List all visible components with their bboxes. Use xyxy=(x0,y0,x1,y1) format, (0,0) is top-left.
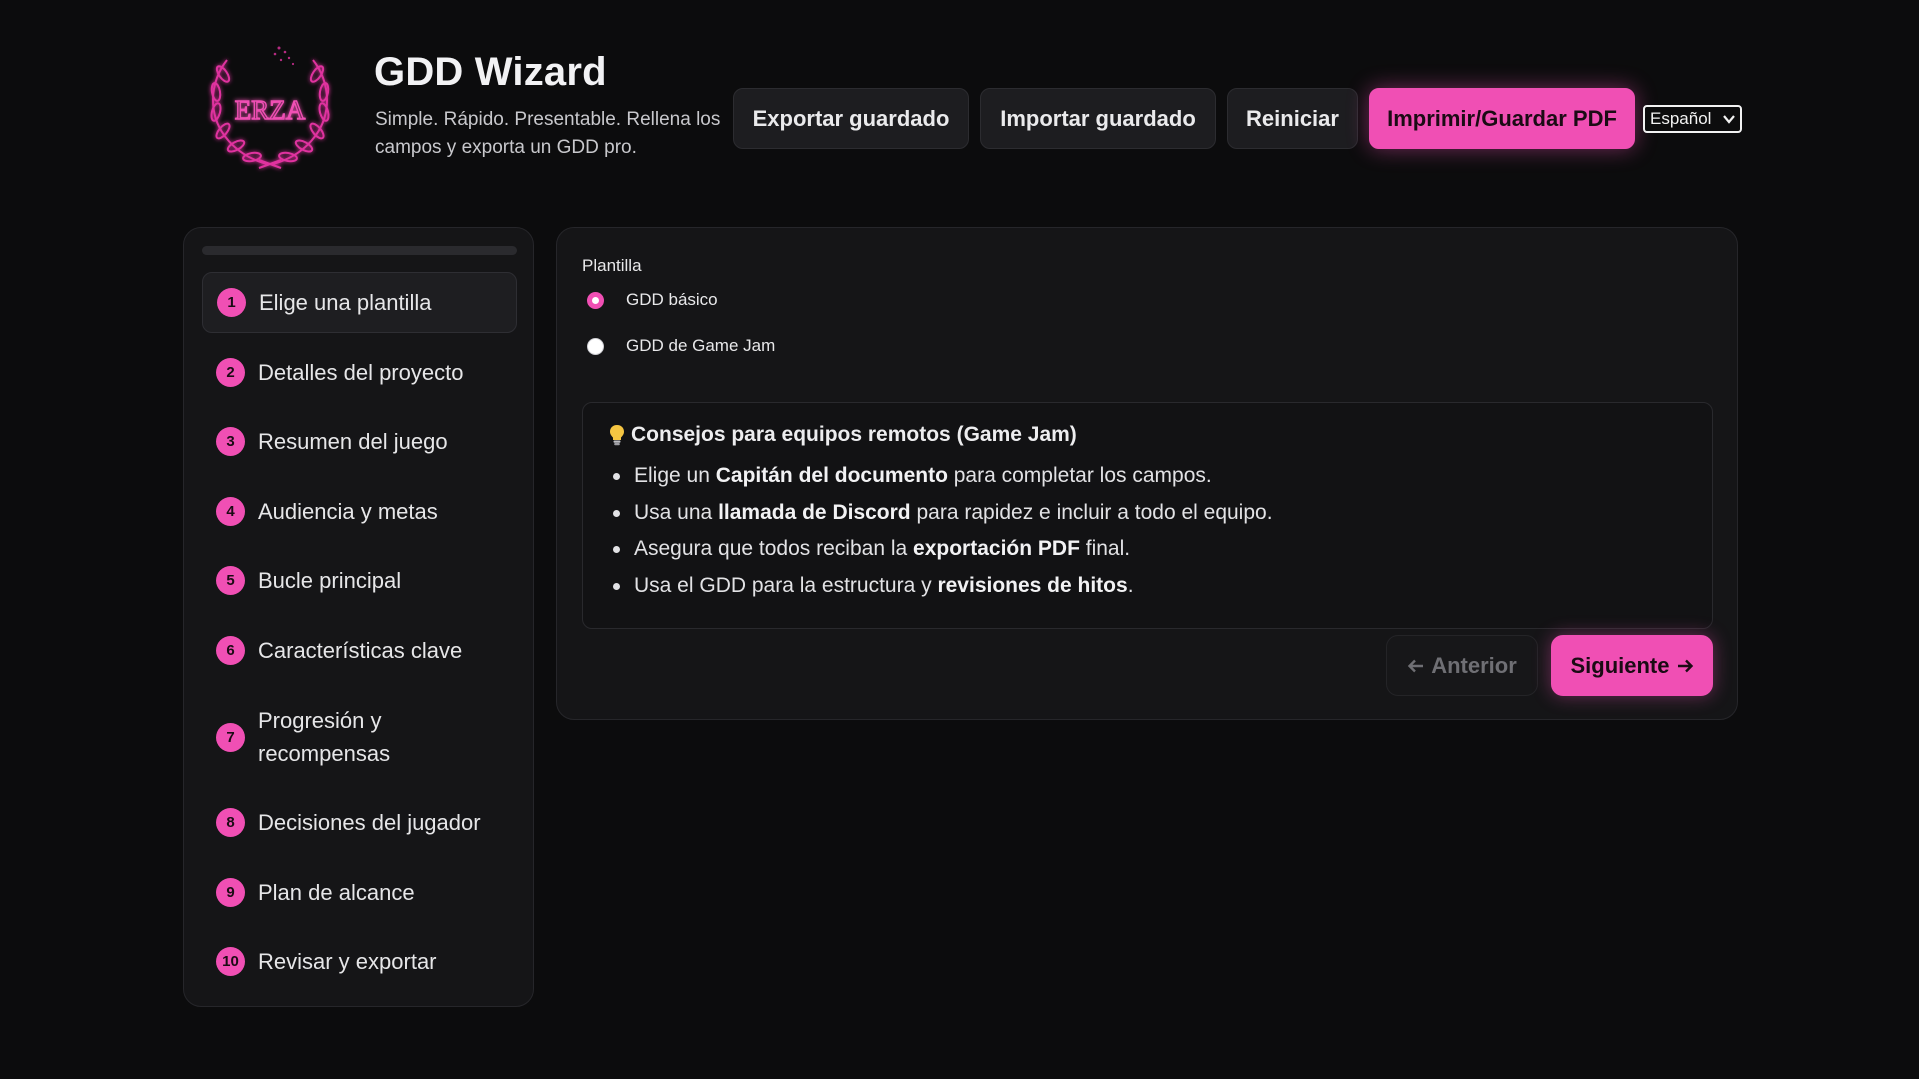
step-number: 7 xyxy=(216,722,245,752)
step-item-progression-rewards[interactable]: 7 Progresión y recompensas xyxy=(202,690,517,784)
step-number: 1 xyxy=(217,288,246,317)
tips-title-text: Consejos para equipos remotos (Game Jam) xyxy=(631,423,1077,446)
step-item-template[interactable]: 1 Elige una plantilla xyxy=(202,272,517,333)
list-item: Usa una llamada de Discord para rapidez … xyxy=(609,495,1273,532)
step-number: 5 xyxy=(216,566,245,595)
remote-team-tips-box: Consejos para equipos remotos (Game Jam)… xyxy=(582,402,1713,629)
step-item-key-features[interactable]: 6 Características clave xyxy=(202,620,517,681)
export-save-button[interactable]: Exportar guardado xyxy=(733,88,969,149)
step-item-player-decisions[interactable]: 8 Decisiones del jugador xyxy=(202,792,517,853)
radio-label: GDD de Game Jam xyxy=(626,336,776,355)
radio-option-game-jam-gdd[interactable]: GDD de Game Jam xyxy=(587,333,775,359)
radio-button[interactable] xyxy=(587,291,604,309)
step-label: Detalles del proyecto xyxy=(258,360,464,385)
step-number: 10 xyxy=(216,947,245,976)
step-number: 8 xyxy=(216,808,245,837)
chevron-down-icon xyxy=(1723,115,1735,124)
step-item-core-loop[interactable]: 5 Bucle principal xyxy=(202,550,517,611)
list-item: Elige un Capitán del documento para comp… xyxy=(609,458,1273,495)
reset-button[interactable]: Reiniciar xyxy=(1227,88,1358,149)
language-select-value: Español xyxy=(1650,109,1712,128)
step-label: Progresión y recompensas xyxy=(258,708,391,766)
step-number: 2 xyxy=(216,358,245,387)
app-title: GDD Wizard xyxy=(374,50,607,94)
arrow-left-icon xyxy=(1408,659,1424,672)
next-button[interactable]: Siguiente xyxy=(1551,635,1713,696)
step-number: 3 xyxy=(216,427,245,456)
step-number: 6 xyxy=(216,636,245,665)
steps-sidebar: 1 Elige una plantilla 2 Detalles del pro… xyxy=(183,227,534,1007)
step-number: 9 xyxy=(216,878,245,907)
step-label: Decisiones del jugador xyxy=(258,810,481,835)
step-item-scope-plan[interactable]: 9 Plan de alcance xyxy=(202,862,517,923)
step-label: Bucle principal xyxy=(258,568,402,593)
step-item-game-summary[interactable]: 3 Resumen del juego xyxy=(202,411,517,472)
step-label: Audiencia y metas xyxy=(258,499,438,524)
step-label: Resumen del juego xyxy=(258,429,448,454)
tips-title: Consejos para equipos remotos (Game Jam) xyxy=(609,423,1077,447)
print-save-pdf-button[interactable]: Imprimir/Guardar PDF xyxy=(1369,88,1635,149)
previous-button[interactable]: Anterior xyxy=(1386,635,1538,696)
radio-label: GDD básico xyxy=(626,290,718,309)
radio-option-basic-gdd[interactable]: GDD básico xyxy=(587,287,718,313)
previous-button-label: Anterior xyxy=(1431,652,1517,678)
step-label: Revisar y exportar xyxy=(258,949,437,974)
radio-button[interactable] xyxy=(587,337,604,355)
step-label: Plan de alcance xyxy=(258,880,415,905)
list-item: Usa el GDD para la estructura y revision… xyxy=(609,568,1273,605)
step-item-audience-goals[interactable]: 4 Audiencia y metas xyxy=(202,481,517,542)
step-number: 4 xyxy=(216,497,245,526)
step-item-project-details[interactable]: 2 Detalles del proyecto xyxy=(202,342,517,403)
app-subtitle: Simple. Rápido. Presentable. Rellena los… xyxy=(375,109,721,158)
import-save-button[interactable]: Importar guardado xyxy=(980,88,1216,149)
language-select[interactable]: Español xyxy=(1643,105,1742,133)
app-header: ERZA GDD Wizard Simple. Rápido. Presenta… xyxy=(0,0,1919,210)
next-button-label: Siguiente xyxy=(1570,652,1670,678)
template-field-label: Plantilla xyxy=(582,256,642,275)
step-label: Elige una plantilla xyxy=(259,290,432,315)
step-label: Características clave xyxy=(258,638,463,663)
laurel-wreath-logo-icon: ERZA xyxy=(210,46,330,169)
logo-text: ERZA xyxy=(235,95,306,125)
list-item: Asegura que todos reciban la exportación… xyxy=(609,531,1273,568)
erza-logo: ERZA xyxy=(199,40,341,182)
tips-list: Elige un Capitán del documento para comp… xyxy=(609,458,1273,604)
progress-bar xyxy=(202,246,517,255)
arrow-right-icon xyxy=(1677,659,1693,672)
lightbulb-icon xyxy=(610,425,624,446)
main-panel: Plantilla GDD básico GDD de Game Jam Con… xyxy=(556,227,1738,720)
step-item-review-export[interactable]: 10 Revisar y exportar xyxy=(202,931,517,992)
